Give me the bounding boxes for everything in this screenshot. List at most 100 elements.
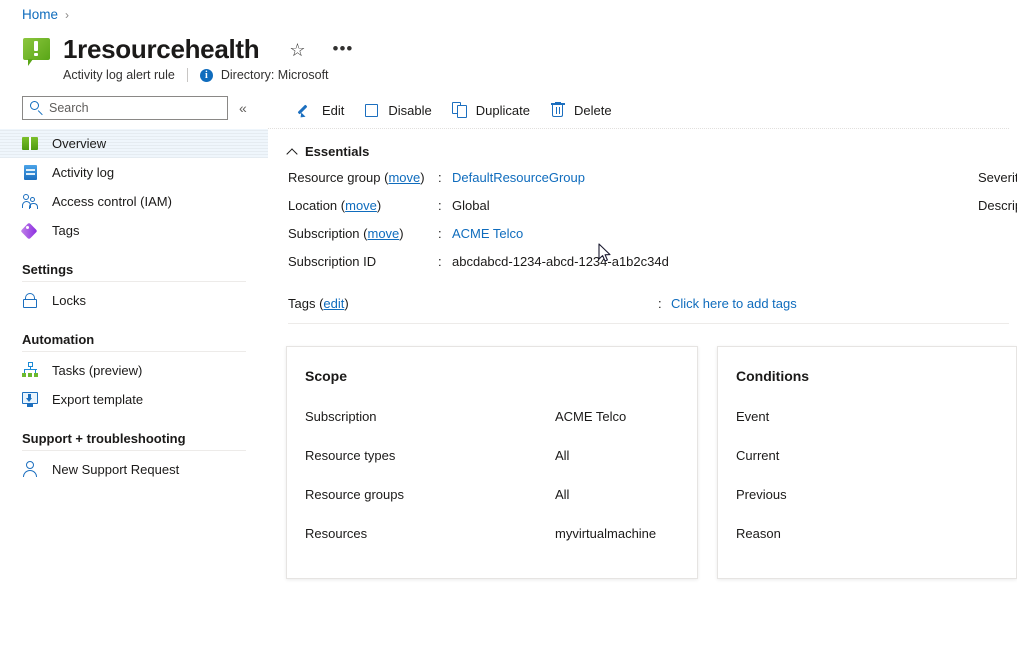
disable-button[interactable]: Disable — [354, 97, 441, 123]
breadcrumb: Home › — [22, 7, 69, 22]
essentials-row-severity: Severity — [978, 170, 1017, 198]
essentials-row-subscription: Subscription (move) : ACME Telco — [288, 226, 1017, 254]
description-label: Description — [978, 198, 1017, 213]
sidebar-item-label: Tags — [52, 223, 79, 238]
sidebar-item-tasks[interactable]: Tasks (preview) — [0, 356, 268, 385]
breadcrumb-home-link[interactable]: Home — [22, 7, 58, 22]
conditions-key: Event — [736, 409, 856, 424]
sidebar: « Overview Activity log Access c — [0, 92, 268, 650]
sidebar-divider — [22, 281, 246, 282]
essentials-colon: : — [438, 170, 452, 185]
conditions-key: Previous — [736, 487, 856, 502]
essentials-colon: : — [438, 198, 452, 213]
essentials-colon: : — [438, 254, 452, 269]
add-tags-link[interactable]: Click here to add tags — [671, 296, 797, 311]
resource-group-value[interactable]: DefaultResourceGroup — [452, 170, 585, 185]
tags-row: Tags (edit) : Click here to add tags — [288, 296, 1009, 324]
conditions-row: Current — [736, 448, 996, 487]
sidebar-item-activity-log[interactable]: Activity log — [0, 158, 268, 187]
sidebar-item-label: Access control (IAM) — [52, 194, 172, 209]
search-box[interactable] — [22, 96, 228, 120]
cards-container: Scope Subscription ACME Telco Resource t… — [286, 346, 1017, 579]
conditions-row: Reason — [736, 526, 996, 565]
sidebar-group-automation: Automation — [0, 332, 268, 347]
activity-log-icon — [22, 164, 39, 181]
square-icon — [364, 102, 380, 118]
azure-portal-blade: Home › 1resourcehealth ☆ ••• Activity lo… — [0, 0, 1017, 650]
essentials-key: Resource group (move) — [288, 170, 438, 185]
scope-value: All — [555, 448, 569, 463]
essentials-toggle[interactable]: Essentials — [288, 144, 1017, 159]
essentials-row-description: Description — [978, 198, 1017, 226]
essentials-grid: Resource group (move) : DefaultResourceG… — [288, 170, 1017, 282]
essentials-key-text: Subscription — [288, 226, 360, 241]
sidebar-group-support: Support + troubleshooting — [0, 431, 268, 446]
essentials-row-location: Location (move) : Global — [288, 198, 1017, 226]
access-control-icon — [22, 193, 39, 210]
duplicate-button[interactable]: Duplicate — [442, 97, 540, 123]
sidebar-item-label: Activity log — [52, 165, 114, 180]
scope-row: Resource groups All — [305, 487, 677, 526]
tasks-icon — [22, 362, 39, 379]
scope-row: Resource types All — [305, 448, 677, 487]
scope-key: Resources — [305, 526, 555, 541]
conditions-row: Event — [736, 409, 996, 448]
sidebar-item-new-support-request[interactable]: New Support Request — [0, 455, 268, 484]
subtitle-divider — [187, 68, 188, 82]
conditions-card: Conditions Event Current Previous Reason — [717, 346, 1017, 579]
alert-rule-icon — [22, 36, 52, 66]
sidebar-item-overview[interactable]: Overview — [0, 129, 268, 158]
conditions-card-title: Conditions — [736, 368, 996, 384]
sidebar-divider — [22, 351, 246, 352]
scope-key: Subscription — [305, 409, 555, 424]
move-location-link[interactable]: move — [345, 198, 377, 213]
sidebar-nav-list: Overview Activity log Access control (IA… — [0, 129, 268, 484]
sidebar-item-locks[interactable]: Locks — [0, 286, 268, 315]
info-icon: i — [200, 69, 213, 82]
scope-value: myvirtualmachine — [555, 526, 656, 541]
sidebar-item-tags[interactable]: Tags — [0, 216, 268, 245]
essentials-key: Subscription (move) — [288, 226, 438, 241]
directory-label: Directory: Microsoft — [221, 68, 329, 82]
chevron-up-icon — [288, 147, 297, 156]
essentials-key-text: Location — [288, 198, 337, 213]
conditions-key: Current — [736, 448, 856, 463]
tags-label-text: Tags — [288, 296, 315, 311]
essentials-row-resource-group: Resource group (move) : DefaultResourceG… — [288, 170, 1017, 198]
more-options-icon[interactable]: ••• — [333, 44, 354, 54]
essentials-colon: : — [438, 226, 452, 241]
scope-card: Scope Subscription ACME Telco Resource t… — [286, 346, 698, 579]
essentials-key: Location (move) — [288, 198, 438, 213]
search-input[interactable] — [23, 101, 227, 115]
edit-button-label: Edit — [322, 103, 344, 118]
location-value: Global — [452, 198, 490, 213]
move-subscription-link[interactable]: move — [368, 226, 400, 241]
essentials-title: Essentials — [305, 144, 369, 159]
essentials-key: Subscription ID — [288, 254, 438, 269]
move-resource-group-link[interactable]: move — [388, 170, 420, 185]
edit-button[interactable]: Edit — [288, 97, 354, 123]
resource-type-label: Activity log alert rule — [63, 68, 175, 82]
sidebar-item-label: Locks — [52, 293, 86, 308]
pencil-icon — [298, 102, 314, 118]
scope-value: All — [555, 487, 569, 502]
disable-button-label: Disable — [388, 103, 431, 118]
main-content: Edit Disable Duplicate Delete — [268, 92, 1017, 650]
scope-value: ACME Telco — [555, 409, 626, 424]
sidebar-item-label: Overview — [52, 136, 106, 151]
favorite-star-icon[interactable]: ☆ — [289, 41, 305, 59]
sidebar-item-export-template[interactable]: Export template — [0, 385, 268, 414]
conditions-row: Previous — [736, 487, 996, 526]
essentials-key-text: Resource group — [288, 170, 381, 185]
subscription-value[interactable]: ACME Telco — [452, 226, 523, 241]
edit-tags-link[interactable]: edit — [323, 296, 344, 311]
tags-colon: : — [658, 296, 662, 311]
sidebar-item-access-control[interactable]: Access control (IAM) — [0, 187, 268, 216]
essentials-row-subscription-id: Subscription ID : abcdabcd-1234-abcd-123… — [288, 254, 1017, 282]
delete-button[interactable]: Delete — [540, 97, 622, 123]
collapse-sidebar-icon[interactable]: « — [239, 100, 247, 116]
sidebar-item-label: New Support Request — [52, 462, 179, 477]
overview-book-icon — [22, 135, 39, 152]
breadcrumb-separator: › — [65, 8, 69, 22]
conditions-key: Reason — [736, 526, 856, 541]
